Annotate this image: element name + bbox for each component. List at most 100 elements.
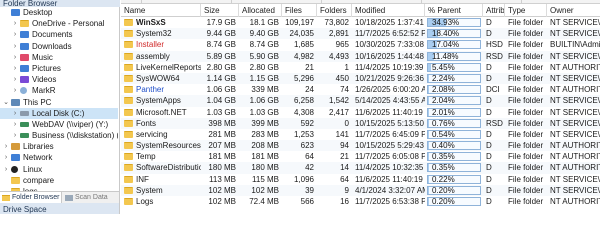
col-attributes: RSD bbox=[486, 51, 503, 61]
col-modified: 11/6/2025 11:40:19 PM bbox=[355, 107, 425, 117]
percent-parent-text: 2.01% bbox=[432, 107, 455, 117]
header-attributes[interactable]: Attributes bbox=[483, 4, 505, 17]
table-row[interactable]: System32 9.44 GB 9.40 GB 24,035 2,891 11/7/20… bbox=[121, 28, 600, 40]
chevron-right-icon[interactable]: › bbox=[11, 108, 19, 119]
tree-node[interactable]: › Videos bbox=[0, 74, 118, 85]
tree-node[interactable]: Desktop bbox=[0, 7, 118, 18]
col-pct-parent: 2.04% bbox=[425, 95, 483, 106]
col-allocated: 339 MB bbox=[251, 85, 279, 95]
chevron-right-icon[interactable]: › bbox=[11, 130, 19, 141]
table-row[interactable]: Microsoft.NET 1.03 GB 1.03 GB 4,308 2,417 11/… bbox=[121, 107, 600, 118]
folder-tree[interactable]: Desktop › OneDrive - Personal › Documents › Do… bbox=[0, 7, 118, 191]
col-size: 17.9 GB bbox=[206, 18, 236, 27]
header-folders[interactable]: Folders bbox=[317, 4, 352, 17]
tree-node[interactable]: ⌄ This PC bbox=[0, 97, 118, 108]
tree-node[interactable]: › Libraries bbox=[0, 141, 118, 152]
col-owner: NT AUTHORITY\SYSTEM bbox=[550, 163, 600, 173]
chevron-right-icon[interactable]: › bbox=[11, 74, 19, 85]
folder-icon bbox=[124, 142, 133, 150]
tree-node[interactable]: › Documents bbox=[0, 29, 118, 40]
col-size: 398 MB bbox=[208, 118, 236, 128]
tree-node[interactable]: › Pictures bbox=[0, 63, 118, 74]
col-attributes: D bbox=[486, 29, 492, 39]
chevron-right-icon[interactable]: › bbox=[2, 164, 10, 175]
table-row[interactable]: assembly 5.89 GB 5.90 GB 4,982 4,493 10/16/20… bbox=[121, 50, 600, 62]
chevron-right-icon[interactable]: › bbox=[2, 152, 10, 163]
col-pct-parent: 2.01% bbox=[425, 107, 483, 118]
header-type[interactable]: Type bbox=[505, 4, 547, 17]
table-row[interactable]: WinSxS 17.9 GB 18.1 GB 109,197 73,802 10/18/2… bbox=[121, 17, 600, 28]
chevron-right-icon[interactable]: › bbox=[2, 141, 10, 152]
col-files: 4,982 bbox=[293, 51, 314, 61]
table-row[interactable]: SysWOW64 1.14 GB 1.15 GB 5,296 450 10/21/2025… bbox=[121, 72, 600, 85]
tree-node[interactable]: compare bbox=[0, 175, 118, 186]
col-type: File folder bbox=[508, 51, 544, 61]
table-row[interactable]: Panther 1.06 GB 339 MB 24 74 1/26/2025 6:00:2… bbox=[121, 84, 600, 95]
col-files: 42 bbox=[305, 163, 314, 173]
header-name[interactable]: Name bbox=[121, 4, 201, 17]
table-row[interactable]: Logs 102 MB 72.4 MB 566 16 11/7/2025 6:53:38 … bbox=[121, 196, 600, 207]
table-row[interactable]: servicing 281 MB 283 MB 1,253 141 11/7/2025 6… bbox=[121, 129, 600, 140]
header-size[interactable]: Size bbox=[201, 4, 239, 17]
col-owner: NT SERVICE\TrustedInstall... bbox=[550, 51, 600, 61]
chevron-right-icon[interactable]: › bbox=[11, 29, 19, 40]
tree-node[interactable]: › Business (\\diskstation) (Z:) bbox=[0, 130, 118, 141]
header-pct-parent[interactable]: % Parent bbox=[425, 4, 483, 17]
table-row[interactable]: System 102 MB 102 MB 39 9 4/1/2024 3:32:07 AM… bbox=[121, 184, 600, 196]
col-files: 24 bbox=[305, 85, 314, 95]
percent-parent-text: 0.40% bbox=[432, 141, 455, 151]
col-files: 1,685 bbox=[293, 40, 314, 50]
chevron-right-icon[interactable]: › bbox=[11, 52, 19, 63]
col-owner: NT AUTHORITY\SYSTEM bbox=[550, 141, 600, 151]
col-pct-parent: 5.45% bbox=[425, 62, 483, 73]
chevron-right-icon[interactable]: › bbox=[11, 41, 19, 52]
tree-node[interactable]: › Linux bbox=[0, 164, 118, 175]
col-name: Installer bbox=[121, 39, 201, 50]
tree-node[interactable]: › OneDrive - Personal bbox=[0, 18, 118, 29]
header-allocated[interactable]: Allocated bbox=[239, 4, 282, 17]
table-row[interactable]: Fonts 398 MB 399 MB 592 0 10/15/2025 5:13:50 … bbox=[121, 117, 600, 129]
table-row[interactable]: SoftwareDistribution 180 MB 180 MB 42 14 11/4… bbox=[121, 162, 600, 174]
folder-icon bbox=[124, 175, 133, 183]
tree-node[interactable]: › MarkR bbox=[0, 85, 118, 96]
col-name: SystemResources bbox=[121, 140, 201, 151]
table-row[interactable]: LiveKernelReports 2.80 GB 2.80 GB 21 1 11/4/2… bbox=[121, 62, 600, 73]
tree-node-label: Music bbox=[32, 52, 53, 62]
percent-parent-text: 0.54% bbox=[432, 129, 455, 139]
user-icon bbox=[20, 87, 27, 95]
tree-node[interactable]: › Music bbox=[0, 52, 118, 63]
table-row[interactable]: Temp 181 MB 181 MB 64 21 11/7/2025 6:05:08 PM… bbox=[121, 151, 600, 162]
col-modified: 11/7/2025 6:53:38 PM bbox=[355, 197, 425, 206]
percent-parent-bar: 0.54% bbox=[427, 129, 481, 139]
folder-name: INF bbox=[136, 174, 149, 184]
col-owner: NT SERVICE\TrustedInstall... bbox=[550, 96, 600, 106]
col-modified: 11/4/2025 10:32:35 PM bbox=[355, 163, 425, 173]
scan-data-icon bbox=[65, 195, 73, 201]
details-panel: Name Size Allocated Files Folders Modified% P… bbox=[121, 0, 600, 214]
col-allocated: 18.1 GB bbox=[249, 18, 279, 27]
header-modified[interactable]: Modified bbox=[352, 4, 425, 17]
col-owner: NT SERVICE\TrustedInstall... bbox=[550, 29, 600, 39]
tree-node[interactable]: › Downloads bbox=[0, 41, 118, 52]
chevron-right-icon[interactable]: › bbox=[11, 119, 19, 130]
tree-node-label: Local Disk (C:) bbox=[32, 108, 85, 118]
tree-node[interactable]: › Local Disk (C:) bbox=[0, 107, 118, 119]
col-allocated: 1.06 GB bbox=[249, 96, 279, 106]
col-pct-parent: 2.24% bbox=[425, 73, 483, 84]
header-owner[interactable]: Owner bbox=[547, 4, 600, 17]
header-files[interactable]: Files bbox=[282, 4, 317, 17]
col-pct-parent: 34.93% bbox=[425, 17, 483, 28]
chevron-down-icon[interactable]: ⌄ bbox=[2, 97, 10, 108]
chevron-right-icon[interactable]: › bbox=[11, 85, 19, 96]
table-row[interactable]: INF 113 MB 115 MB 1,096 64 11/6/2025 11:40:19… bbox=[121, 174, 600, 185]
chevron-right-icon[interactable]: › bbox=[11, 63, 19, 74]
chevron-right-icon[interactable]: › bbox=[11, 18, 19, 29]
col-folders: 1,542 bbox=[328, 96, 349, 106]
table-row[interactable]: SystemResources 207 MB 208 MB 623 94 10/15/20… bbox=[121, 140, 600, 152]
col-allocated: 1.15 GB bbox=[249, 73, 279, 83]
table-row[interactable]: Installer 8.74 GB 8.74 GB 1,685 965 10/30/202… bbox=[121, 39, 600, 50]
tree-node[interactable]: › WebDAV (\\viper) (Y:) bbox=[0, 119, 118, 130]
tree-node[interactable]: › Network bbox=[0, 152, 118, 163]
tree-node-label: This PC bbox=[23, 97, 52, 107]
table-row[interactable]: SystemApps 1.04 GB 1.06 GB 6,258 1,542 5/14/2… bbox=[121, 95, 600, 107]
